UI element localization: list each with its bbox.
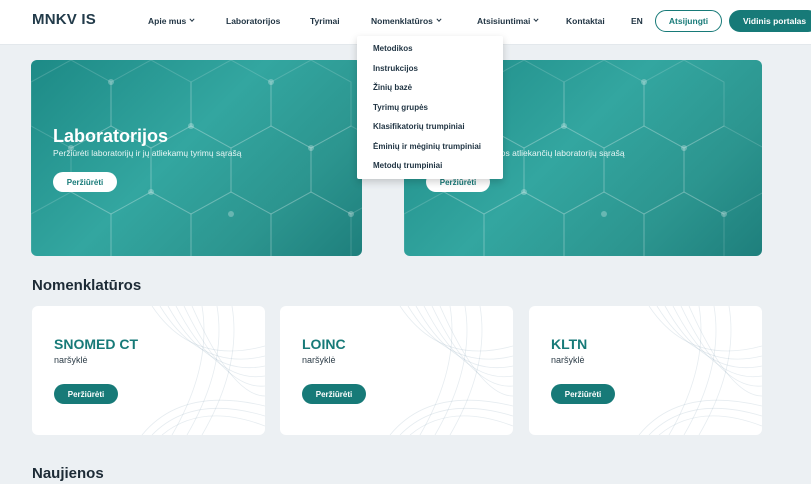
dropdown-item-tyrimu-grupes[interactable]: Tyrimų grupės xyxy=(357,98,503,118)
nomenclature-card-snomed-ct: SNOMED CT naršyklė Peržiūrėti xyxy=(32,306,265,435)
wave-lines-decoration xyxy=(389,306,513,435)
chevron-down-icon xyxy=(189,17,195,23)
card-subtitle: naršyklė xyxy=(302,355,336,365)
dropdown-item-metodu-trumpiniai[interactable]: Metodų trumpiniai xyxy=(357,156,503,176)
dropdown-item-ziniu-baze[interactable]: Žinių bazė xyxy=(357,78,503,98)
dropdown-item-eminiu-meginiu-trumpiniai[interactable]: Ėminių ir mėginių trumpiniai xyxy=(357,137,503,157)
nomenclatures-section-title: Nomenklatūros xyxy=(32,277,142,294)
nav-item-label: Apie mus xyxy=(148,16,187,26)
news-section-title: Naujienos xyxy=(32,465,104,482)
nav-item-label: Laboratorijos xyxy=(226,16,281,26)
nav-item-label: Tyrimai xyxy=(310,16,340,26)
nav-item-kontaktai[interactable]: Kontaktai xyxy=(566,16,605,26)
hero-card-laboratorijos: Laboratorijos Peržiūrėti laboratorijų ir… xyxy=(31,60,362,256)
nomenklaturos-dropdown-menu: Metodikos Instrukcijos Žinių bazė Tyrimų… xyxy=(357,36,503,179)
nomenclature-card-kltn: KLTN naršyklė Peržiūrėti xyxy=(529,306,762,435)
dropdown-item-instrukcijos[interactable]: Instrukcijos xyxy=(357,59,503,79)
hero-subtitle: Peržiūrėti laboratorijų ir jų atliekamų … xyxy=(53,148,242,158)
site-logo[interactable]: MNKV IS xyxy=(32,11,96,28)
wave-lines-decoration xyxy=(638,306,762,435)
card-title: SNOMED CT xyxy=(54,336,138,352)
card-subtitle: naršyklė xyxy=(551,355,585,365)
nav-item-label: Nomenklatūros xyxy=(371,16,433,26)
view-snomed-button[interactable]: Peržiūrėti xyxy=(54,384,118,404)
nomenclature-card-loinc: LOINC naršyklė Peržiūrėti xyxy=(280,306,513,435)
card-title: LOINC xyxy=(302,336,346,352)
chevron-down-icon xyxy=(436,17,442,23)
nav-item-laboratorijos[interactable]: Laboratorijos xyxy=(226,16,280,26)
view-loinc-button[interactable]: Peržiūrėti xyxy=(302,384,366,404)
nav-item-apie-mus[interactable]: Apie mus xyxy=(148,16,195,26)
logout-button[interactable]: Atsijungti xyxy=(655,10,722,32)
view-laboratories-button[interactable]: Peržiūrėti xyxy=(53,172,117,192)
nav-item-atsisiuntimai[interactable]: Atsisiuntimai xyxy=(477,16,539,26)
internal-portal-button[interactable]: Vidinis portalas xyxy=(729,10,811,32)
nav-item-label: EN xyxy=(631,16,643,26)
nav-item-label: Kontaktai xyxy=(566,16,605,26)
hexagon-pattern-decoration xyxy=(31,60,362,256)
chevron-down-icon xyxy=(533,17,539,23)
language-switch-en[interactable]: EN xyxy=(631,16,643,26)
view-kltn-button[interactable]: Peržiūrėti xyxy=(551,384,615,404)
nav-item-nomenklaturos[interactable]: Nomenklatūros xyxy=(371,16,442,26)
hero-title: Laboratorijos xyxy=(53,126,169,146)
card-title: KLTN xyxy=(551,336,588,352)
hero-subtitle: r juos atliekančių laboratorijų sąrašą xyxy=(489,148,625,158)
card-subtitle: naršyklė xyxy=(54,355,88,365)
nav-item-tyrimai[interactable]: Tyrimai xyxy=(310,16,340,26)
dropdown-item-klasifikatoriu-trumpiniai[interactable]: Klasifikatorių trumpiniai xyxy=(357,117,503,137)
nav-item-label: Atsisiuntimai xyxy=(477,16,531,26)
dropdown-item-metodikos[interactable]: Metodikos xyxy=(357,39,503,59)
wave-lines-decoration xyxy=(141,306,265,435)
